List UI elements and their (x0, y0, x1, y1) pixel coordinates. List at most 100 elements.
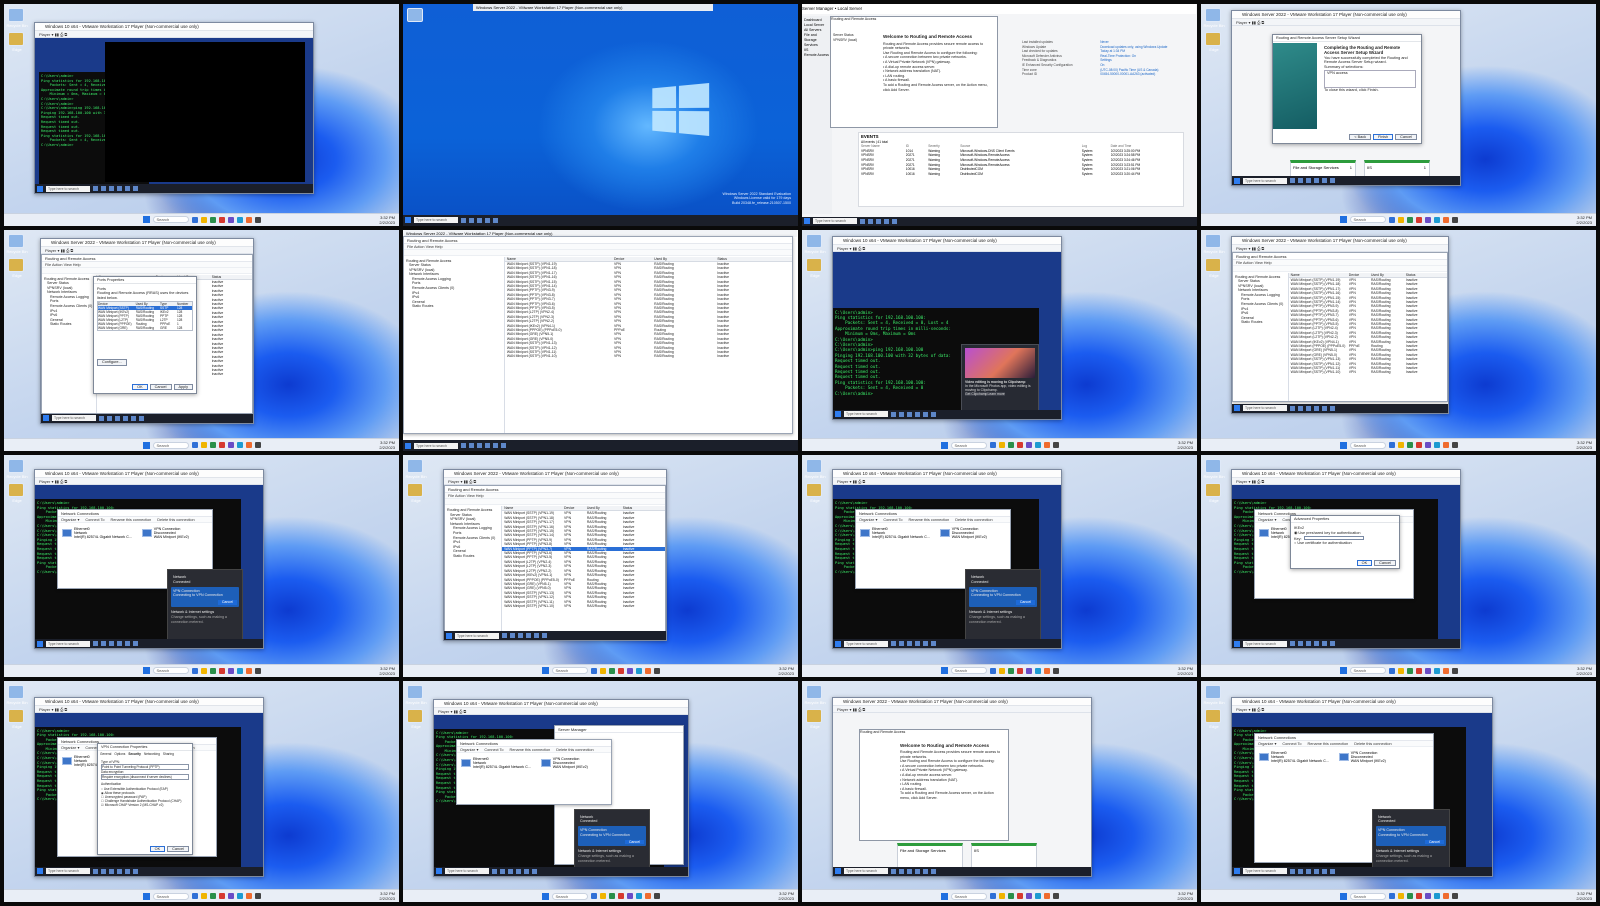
network-entry[interactable]: Network Connected (1376, 813, 1446, 827)
edge-icon[interactable] (806, 708, 822, 723)
vm-search-box[interactable]: Type here to search (844, 868, 888, 874)
taskbar-app-icon[interactable] (644, 667, 651, 674)
vm-start-icon[interactable] (1234, 868, 1240, 874)
vm-start-icon[interactable] (405, 442, 411, 449)
recycle-bin-icon[interactable] (1205, 459, 1221, 473)
ports-list[interactable]: NameDeviceUsed ByStatus WAN Miniport (SST… (1288, 272, 1447, 401)
vpn-cancel-button[interactable]: Cancel (1424, 839, 1444, 845)
vm-taskbar-app-icon[interactable] (485, 217, 490, 223)
host-search-box[interactable]: Search (950, 441, 987, 449)
vm-taskbar-app-icon[interactable] (469, 443, 474, 448)
taskbar-app-icon[interactable] (1406, 667, 1413, 674)
vm-taskbar-app-icon[interactable] (510, 633, 515, 638)
vm-taskbar-app-icon[interactable] (534, 633, 539, 638)
rras-toolbar[interactable] (404, 249, 792, 256)
vm-search-box[interactable]: Type here to search (52, 415, 96, 421)
column-header[interactable]: Status (212, 275, 252, 279)
vm-taskbar-app-icon[interactable] (109, 868, 114, 874)
vm-start-icon[interactable] (835, 868, 841, 874)
vm-search-box[interactable]: Type here to search (1243, 405, 1287, 411)
table-row[interactable]: WAN Miniport (SSTP) (VPN1-10) VPN RAS/Rout… (1289, 370, 1447, 374)
host-search-box[interactable]: Search (950, 892, 987, 900)
auth-option[interactable]: ☑ Microsoft CHAP Version 2 (MS-CHAP v2) (101, 803, 189, 807)
vm-player-menu[interactable]: Player ▾ ▮▮ ⎙ ⧉ (444, 478, 666, 485)
vm-start-icon[interactable] (446, 632, 452, 639)
taskbar-app-icon[interactable] (1397, 216, 1404, 223)
taskbar-app-icon[interactable] (1424, 893, 1431, 899)
vm-taskbar-app-icon[interactable] (107, 415, 112, 421)
taskbar-app-icon[interactable] (1424, 216, 1431, 223)
column-header[interactable]: Used By (654, 257, 717, 261)
vm-taskbar-app-icon[interactable] (1290, 405, 1295, 411)
vm-taskbar-app-icon[interactable] (109, 186, 114, 191)
vmware-player-window[interactable]: Windows 10 x64 - VMware Workstation 17 P… (34, 696, 264, 877)
table-row[interactable]: WAN Miniport (SSTP) (VPN1-10) VPN RAS/Rout… (505, 354, 792, 358)
tree-node[interactable]: VPNSRV (local) (833, 38, 879, 43)
vm-taskbar-app-icon[interactable] (907, 411, 912, 417)
vm-taskbar-app-icon[interactable] (1314, 405, 1319, 411)
vm-taskbar-app-icon[interactable] (117, 186, 122, 191)
rras-tree[interactable]: Routing and Remote Access Server Status VP… (445, 506, 503, 634)
vm-taskbar-app-icon[interactable] (1298, 641, 1303, 646)
netconn-toolbar-item[interactable]: Connect To (883, 518, 902, 522)
vm-screen[interactable]: C:\Users\admin>Ping statistics for 192.1… (833, 251, 1061, 419)
vm-taskbar-app-icon[interactable] (1314, 868, 1319, 874)
property-value[interactable]: 00454-50000-00001-AA263 (activated) (1100, 72, 1155, 76)
vm-screen[interactable]: C:\Users\admin>Ping statistics for 192.1… (35, 485, 263, 648)
netconn-toolbar-item[interactable]: Rename this connection (1308, 742, 1349, 746)
taskbar-app-icon[interactable] (998, 893, 1005, 899)
netconn-toolbar-item[interactable]: Connect To (1282, 742, 1301, 746)
vm-start-icon[interactable] (37, 640, 43, 647)
tree-node[interactable]: Static Routes (1235, 320, 1286, 325)
start-button-icon[interactable] (940, 892, 948, 900)
edge-icon[interactable] (1205, 483, 1221, 497)
vm-taskbar-app-icon[interactable] (1330, 178, 1335, 183)
recycle-bin-icon[interactable] (1205, 8, 1221, 22)
vm-taskbar-app-icon[interactable] (501, 443, 506, 448)
taskbar-app-icon[interactable] (653, 893, 660, 899)
netconn-toolbar-item[interactable]: Rename this connection (111, 518, 152, 522)
vm-player-menu[interactable]: Player ▾ ▮▮ ⎙ ⧉ (434, 707, 688, 715)
taskbar-app-icon[interactable] (989, 893, 996, 899)
rras-window[interactable]: Routing and Remote Access File Action Vie… (444, 485, 666, 635)
vm-start-icon[interactable] (37, 185, 43, 192)
taskbar-app-icon[interactable] (1406, 893, 1413, 899)
vm-taskbar-app-icon[interactable] (923, 411, 928, 417)
vm-taskbar-app-icon[interactable] (493, 443, 498, 448)
vm-taskbar-app-icon[interactable] (101, 868, 106, 874)
vm-taskbar-app-icon[interactable] (461, 217, 466, 223)
vm-start-icon[interactable] (1234, 405, 1240, 411)
taskbar-app-icon[interactable] (191, 442, 198, 448)
vm-taskbar-app-icon[interactable] (1306, 178, 1311, 183)
column-header[interactable]: Status (623, 506, 665, 510)
vm-taskbar-app-icon[interactable] (931, 411, 936, 417)
recycle-bin-icon[interactable] (407, 684, 423, 699)
property-value[interactable]: Settings (1100, 58, 1112, 62)
vm-start-icon[interactable] (1234, 177, 1240, 184)
vmware-player-window[interactable]: Windows 10 x64 - VMware Workstation 17 P… (34, 469, 264, 649)
vm-search-box[interactable]: Type here to search (1243, 640, 1287, 647)
rras-console-window[interactable]: Routing and Remote Access Welcome to Rout… (859, 728, 1009, 841)
taskbar-app-icon[interactable] (200, 893, 207, 899)
taskbar-app-icon[interactable] (1442, 893, 1449, 899)
recycle-bin-icon[interactable] (1205, 684, 1221, 699)
vpn-entry[interactable]: VPN Connection Connecting to VPN Connecti… (578, 826, 646, 847)
edge-icon[interactable] (8, 32, 24, 46)
netconn-toolbar-item[interactable]: Organize ▾ (460, 748, 478, 752)
vm-screen[interactable]: C:\Users\admin>Ping statistics for 192.1… (35, 712, 263, 876)
vm-taskbar-app-icon[interactable] (502, 633, 507, 638)
vm-taskbar-app-icon[interactable] (125, 868, 130, 874)
back-button[interactable]: < Back (1349, 134, 1372, 140)
vmware-player-window[interactable]: Windows 10 x64 - VMware Workstation 17 P… (34, 22, 314, 194)
edge-icon[interactable] (806, 257, 822, 272)
vm-search-box[interactable]: Type here to search (46, 185, 90, 192)
taskbar-app-icon[interactable] (254, 442, 261, 448)
edge-icon[interactable] (8, 708, 24, 723)
taskbar-app-icon[interactable] (590, 893, 597, 899)
vm-taskbar-app-icon[interactable] (93, 868, 98, 874)
start-button-icon[interactable] (1339, 216, 1347, 223)
rras-tree[interactable]: Routing and Remote Access Server Status VP… (1233, 272, 1289, 401)
table-row[interactable]: WAN Miniport (SSTP) (VPN1-10) VPN RAS/Rout… (502, 604, 665, 608)
property-value[interactable]: Today at 1:34 PM (1100, 49, 1125, 53)
cancel-button[interactable]: Cancel (149, 383, 172, 390)
